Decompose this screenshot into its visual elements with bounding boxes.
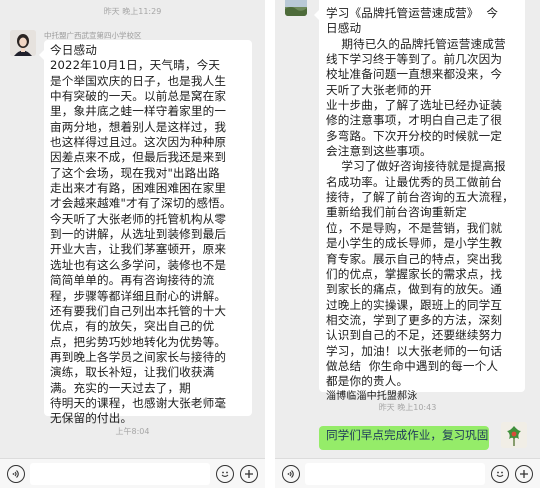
input-toolbar xyxy=(0,458,265,488)
emoji-icon[interactable] xyxy=(491,465,509,483)
voice-icon[interactable] xyxy=(7,465,25,483)
left-chat-panel: 昨天 晚上11:29 中托盟广西武宣第四小学校区 今日感动 2022年10月1日… xyxy=(0,0,265,488)
emoji-icon[interactable] xyxy=(216,465,234,483)
avatar[interactable] xyxy=(10,30,36,56)
message-bubble[interactable]: 今日感动 2022年10月1日，天气晴，今天 是个举国欢庆的日子，也是我人生 中… xyxy=(39,40,252,425)
message-input[interactable] xyxy=(305,463,485,485)
voice-icon[interactable] xyxy=(282,465,300,483)
divider xyxy=(265,0,275,488)
timestamp: 昨天 晚上10:43 xyxy=(378,403,437,412)
message-text: 学习《品牌托管运营速成营》 今 日感动 期待已久的品牌托管运营速成营 线下学习终… xyxy=(326,6,514,389)
timestamp: 昨天 晚上11:29 xyxy=(103,7,162,16)
input-toolbar xyxy=(275,458,540,488)
message-bubble[interactable]: 学习《品牌托管运营速成营》 今 日感动 期待已久的品牌托管运营速成营 线下学习终… xyxy=(314,0,525,402)
plus-icon[interactable] xyxy=(240,465,258,483)
avatar[interactable] xyxy=(285,0,307,16)
self-message-bubble[interactable]: 同学们早点完成作业，复习巩固 xyxy=(319,426,489,450)
avatar[interactable] xyxy=(501,422,527,448)
timestamp: 上午8:04 xyxy=(115,427,150,436)
plus-icon[interactable] xyxy=(515,465,533,483)
message-text: 今日感动 2022年10月1日，天气晴，今天 是个举国欢庆的日子，也是我人生 中… xyxy=(50,43,232,426)
message-input[interactable] xyxy=(30,463,210,485)
right-chat-panel: 学习《品牌托管运营速成营》 今 日感动 期待已久的品牌托管运营速成营 线下学习终… xyxy=(275,0,540,488)
